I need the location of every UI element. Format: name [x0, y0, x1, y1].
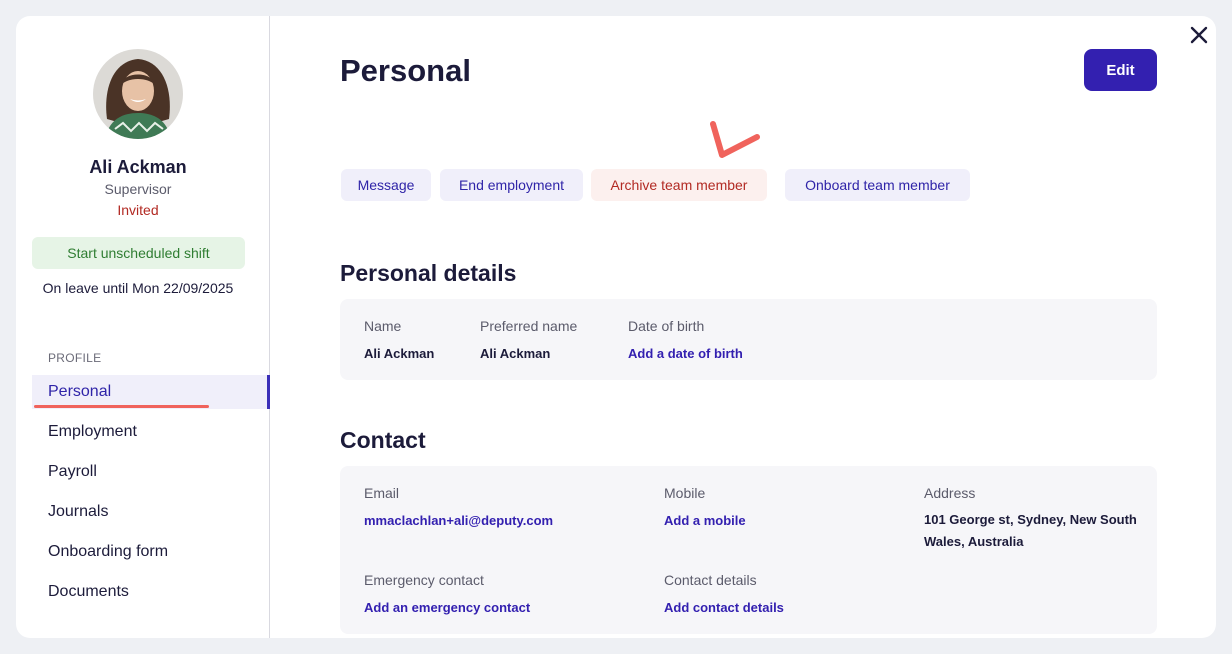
add-date-of-birth-link[interactable]: Add a date of birth — [628, 346, 743, 361]
email-link[interactable]: mmaclachlan+ali@deputy.com — [364, 513, 553, 528]
main-content: Personal Edit Message End employment Arc… — [270, 16, 1216, 638]
preferred-name-value: Ali Ackman — [480, 346, 551, 361]
name-value: Ali Ackman — [364, 346, 435, 361]
add-mobile-link[interactable]: Add a mobile — [664, 513, 746, 528]
profile-section-label: PROFILE — [48, 351, 102, 365]
page-title: Personal — [340, 53, 471, 88]
add-contact-details-link[interactable]: Add contact details — [664, 600, 784, 615]
address-value: 101 George st, Sydney, New South Wales, … — [924, 512, 1137, 549]
name-label: Name — [364, 318, 402, 334]
sidebar-item-journals[interactable]: Journals — [32, 495, 270, 529]
profile-modal: Ali Ackman Supervisor Invited Start unsc… — [16, 16, 1216, 638]
sidebar-item-label: Onboarding form — [48, 543, 169, 560]
sidebar-item-label: Documents — [48, 583, 129, 600]
profile-status: Invited — [117, 202, 159, 218]
end-employment-button[interactable]: End employment — [440, 169, 583, 201]
contact-heading: Contact — [340, 427, 426, 453]
message-button[interactable]: Message — [341, 169, 431, 201]
personal-details-heading: Personal details — [340, 260, 517, 286]
sidebar-item-label: Journals — [48, 503, 109, 520]
personal-details-card: Name Ali Ackman Preferred name Ali Ackma… — [340, 299, 1157, 380]
date-of-birth-label: Date of birth — [628, 318, 705, 334]
profile-role: Supervisor — [104, 181, 172, 197]
archive-team-member-button[interactable]: Archive team member — [591, 169, 767, 201]
sidebar-item-label: Payroll — [48, 463, 97, 480]
email-label: Email — [364, 485, 400, 501]
edit-button[interactable]: Edit — [1084, 49, 1157, 91]
mobile-label: Mobile — [664, 485, 706, 501]
sidebar-item-label: Personal — [48, 383, 112, 400]
address-label: Address — [924, 485, 976, 501]
sidebar-item-documents[interactable]: Documents — [32, 575, 270, 609]
annotation-underline — [34, 405, 209, 408]
contact-details-label: Contact details — [664, 572, 757, 588]
emergency-contact-label: Emergency contact — [364, 572, 484, 588]
sidebar-item-personal[interactable]: Personal — [32, 375, 270, 409]
sidebar-item-onboarding-form[interactable]: Onboarding form — [32, 535, 270, 569]
sidebar-item-label: Employment — [48, 423, 137, 440]
preferred-name-label: Preferred name — [480, 318, 578, 334]
sidebar-item-employment[interactable]: Employment — [32, 415, 270, 449]
contact-card: Email mmaclachlan+ali@deputy.com Mobile … — [340, 466, 1157, 634]
add-emergency-contact-link[interactable]: Add an emergency contact — [364, 600, 530, 615]
sidebar-item-payroll[interactable]: Payroll — [32, 455, 270, 489]
close-icon — [1190, 26, 1208, 44]
profile-sidebar: Ali Ackman Supervisor Invited Start unsc… — [16, 16, 270, 638]
leave-status: On leave until Mon 22/09/2025 — [42, 280, 234, 296]
start-unscheduled-shift-button[interactable]: Start unscheduled shift — [32, 237, 245, 269]
close-button[interactable] — [1186, 22, 1212, 48]
annotation-check-icon — [710, 121, 760, 158]
onboard-team-member-button[interactable]: Onboard team member — [785, 169, 970, 201]
avatar — [93, 49, 183, 139]
profile-name: Ali Ackman — [89, 157, 187, 177]
